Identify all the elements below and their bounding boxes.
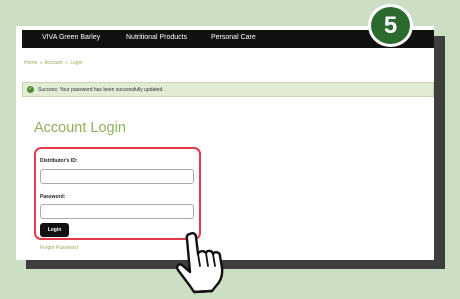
step-number-badge: 5 — [368, 4, 413, 47]
breadcrumb-separator: » — [65, 60, 68, 66]
breadcrumb: Home » Account » Login — [24, 60, 83, 66]
distributor-id-label: Distributor's ID: — [40, 158, 78, 164]
breadcrumb-account[interactable]: Account — [45, 60, 63, 66]
login-form-highlight: Distributor's ID: Password: Login — [34, 147, 201, 240]
nav-item-nutritional-products[interactable]: Nutritional Products — [126, 34, 187, 41]
webpage: VIVA Green Barley Nutritional Products P… — [16, 26, 434, 260]
breadcrumb-login[interactable]: Login — [70, 60, 82, 66]
login-button[interactable]: Login — [40, 223, 69, 237]
check-circle-icon: ✓ — [27, 86, 34, 93]
nav-item-personal-care[interactable]: Personal Care — [211, 34, 256, 41]
breadcrumb-home[interactable]: Home — [24, 60, 37, 66]
distributor-id-input[interactable] — [40, 169, 194, 184]
password-label: Password: — [40, 194, 66, 200]
breadcrumb-separator: » — [39, 60, 43, 66]
success-alert: ✓ Success: Your password has been succes… — [22, 82, 434, 97]
success-message: Success: Your password has been successf… — [38, 87, 164, 93]
forgot-password-link[interactable]: Forgot Password — [40, 245, 78, 251]
password-input[interactable] — [40, 204, 194, 219]
nav-item-viva-green-barley[interactable]: VIVA Green Barley — [42, 34, 100, 41]
pointing-hand-cursor-icon — [176, 232, 224, 294]
page-title: Account Login — [34, 120, 126, 136]
